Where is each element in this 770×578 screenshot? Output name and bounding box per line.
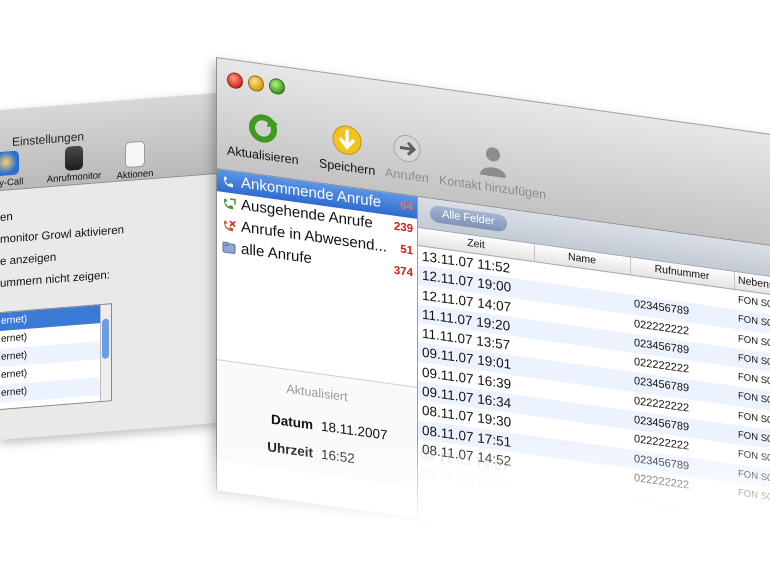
call-count-badge: 374: [393, 264, 413, 280]
call-by-call-icon: [0, 150, 19, 177]
anrufmonitor-icon: [65, 145, 83, 171]
call-label: Anrufen: [385, 165, 429, 186]
time-value: 16:52: [321, 446, 355, 467]
tab-call-by-call[interactable]: -by-Call: [0, 149, 36, 191]
zoom-window-button[interactable]: [269, 77, 285, 96]
preferences-window: Einstellungen -by-Call Anrufmonitor Akti…: [0, 92, 227, 441]
preferences-toolbar: Einstellungen -by-Call Anrufmonitor Akti…: [0, 92, 226, 191]
list-scrollbar[interactable]: [100, 304, 111, 402]
refresh-icon: [248, 114, 278, 143]
folder-icon: [222, 241, 236, 254]
option-anzeigen[interactable]: e anzeigen: [0, 252, 56, 268]
tab-aktionen[interactable]: Aktionen: [106, 139, 164, 183]
update-info-panel: Aktualisiert Datum 18.11.2007 Uhrzeit 16…: [217, 359, 417, 488]
call-button[interactable]: Anrufen: [385, 129, 429, 186]
add-contact-button[interactable]: Kontakt hinzufügen: [439, 137, 546, 202]
tab-label: -by-Call: [0, 176, 24, 190]
preferences-list[interactable]: ernet) ernet) ernet) ernet) ernet): [0, 303, 112, 411]
option-growl[interactable]: monitor Growl aktivieren: [0, 224, 124, 246]
call-count-badge: 51: [400, 243, 413, 258]
date-value: 18.11.2007: [321, 418, 388, 443]
filter-all-fields-button[interactable]: Alle Felder: [430, 204, 507, 233]
arrow-right-icon: [393, 134, 421, 163]
tab-label: Aktionen: [116, 167, 154, 182]
time-label: Uhrzeit: [267, 439, 313, 461]
option-line[interactable]: en: [0, 211, 13, 224]
date-label: Datum: [270, 411, 313, 433]
call-count-badge: 64: [400, 199, 413, 214]
sidebar: Ankommende Anrufe 64 Ausgehende Anrufe 2…: [217, 169, 418, 519]
scrollbar-knob[interactable]: [102, 318, 109, 359]
minimize-window-button[interactable]: [248, 74, 264, 93]
tab-anrufmonitor[interactable]: Anrufmonitor: [45, 144, 103, 186]
aktionen-icon: [125, 140, 145, 169]
call-count-badge: 239: [393, 220, 413, 236]
close-window-button[interactable]: [227, 71, 243, 90]
save-button[interactable]: Speichern: [319, 120, 375, 178]
person-icon: [479, 147, 506, 179]
save-icon: [332, 125, 362, 155]
add-contact-label: Kontakt hinzufügen: [439, 172, 547, 202]
tab-label: Anrufmonitor: [46, 170, 102, 186]
refresh-button[interactable]: Aktualisieren: [227, 108, 299, 168]
missed-call-icon: [224, 220, 236, 232]
incoming-call-icon: [224, 176, 233, 188]
refresh-label: Aktualisieren: [227, 143, 299, 168]
option-nummern: ummern nicht zeigen:: [0, 269, 110, 290]
save-label: Speichern: [319, 156, 376, 179]
outgoing-call-icon: [224, 198, 236, 210]
